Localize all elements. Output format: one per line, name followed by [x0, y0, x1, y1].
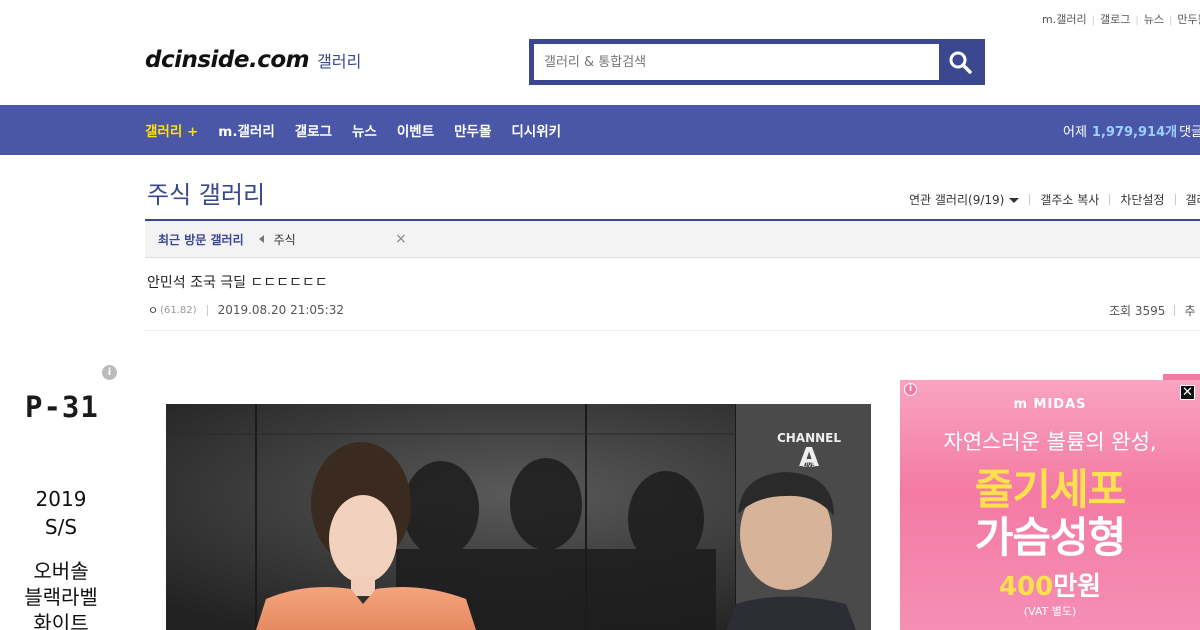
ad-product-line1: 오버솔 [33, 559, 89, 583]
left-ad-banner[interactable]: i P-31 2019 S/S 오버솔 블랙라벨 화이트 [0, 360, 125, 630]
gallery-tools: 연관 갤러리(9/19) 갤주소 복사 차단설정 갤러 [909, 191, 1200, 208]
nav-wiki[interactable]: 디시위키 [511, 120, 561, 140]
right-ad-banner[interactable]: i ✕ m MIDAS 자연스러운 볼륨의 완성, 줄기세포 가슴성형 400만… [900, 380, 1200, 630]
count-suffix: 댓글 [1179, 124, 1200, 140]
search-button[interactable] [939, 44, 980, 80]
ad-info-icon[interactable]: i [102, 365, 117, 380]
util-link-gallog[interactable]: 갤로그 [1100, 13, 1130, 26]
gallery-more-button[interactable]: 갤러 [1186, 191, 1200, 208]
related-gallery-button[interactable]: 연관 갤러리(9/19) [909, 191, 1020, 208]
ad-brand: P-31 [25, 390, 99, 424]
search-bar [529, 39, 985, 85]
search-icon [949, 51, 972, 74]
post-ip: (61.82) [160, 304, 197, 316]
live-badge: LIVE [802, 462, 815, 469]
recent-label: 최근 방문 갤러리 [158, 232, 244, 247]
util-link-mall[interactable]: 만두몰 [1177, 13, 1200, 26]
prev-arrow-icon[interactable] [258, 235, 264, 243]
nav-mall[interactable]: 만두몰 [454, 120, 491, 140]
comment-count: 어제 1,979,914개 댓글 [1063, 105, 1200, 155]
ad-season-year: 2019 [35, 487, 87, 511]
ad-vat-note: (VAT 별도) [1023, 605, 1077, 618]
nav-gallery-plus[interactable]: 갤러리 + [145, 120, 198, 140]
ad-brand-name: MIDAS [1033, 397, 1087, 412]
main-nav-bar: 갤러리 + m.갤러리 갤로그 뉴스 이벤트 만두몰 디시위키 어제 1,979… [0, 105, 1200, 155]
ad-price: 400만원 [900, 566, 1200, 603]
divider [145, 330, 1200, 331]
ad-info-icon[interactable]: i [904, 383, 917, 396]
ad-season-name: S/S [44, 515, 78, 539]
post-title: 안민석 조국 극딜 ㄷㄷㄷㄷㄷㄷ [147, 275, 328, 291]
recent-item-stock[interactable]: 주식 [274, 231, 296, 248]
post-date: 2019.08.20 21:05:32 [217, 303, 344, 317]
nav-gallog[interactable]: 갤로그 [295, 120, 332, 140]
util-link-mgallery[interactable]: m.갤러리 [1042, 13, 1087, 26]
block-settings-button[interactable]: 차단설정 [1120, 191, 1164, 208]
post-recommend: 추 [1184, 304, 1196, 318]
nav-news[interactable]: 뉴스 [352, 120, 377, 140]
post-stats: 조회 3595 추 [1109, 302, 1195, 319]
post-views: 조회 3595 [1109, 304, 1166, 318]
post-meta: ㅇ (61.82) 2019.08.20 21:05:32 [148, 302, 344, 318]
count-value: 1,979,914개 [1091, 124, 1178, 140]
ad-headline: 자연스러운 볼륨의 완성, [943, 430, 1157, 454]
ad-price-unit: 만원 [1053, 572, 1102, 602]
nav-mgallery[interactable]: m.갤러리 [218, 120, 274, 140]
post-video-image[interactable]: CHANNEL A LIVE [166, 404, 871, 630]
ad-product: 오버솔 블랙라벨 화이트 [0, 558, 122, 630]
search-input[interactable] [534, 44, 939, 80]
logo-sub[interactable]: 갤러리 [317, 48, 361, 72]
main-nav: 갤러리 + m.갤러리 갤로그 뉴스 이벤트 만두몰 디시위키 [145, 105, 581, 155]
recent-close-icon[interactable]: × [395, 231, 407, 247]
logo-main[interactable]: dcinside.com [145, 47, 310, 73]
ad-season: 2019 S/S [0, 485, 122, 541]
nav-event[interactable]: 이벤트 [397, 120, 434, 140]
count-prefix: 어제 [1063, 124, 1087, 140]
util-link-news[interactable]: 뉴스 [1144, 13, 1164, 26]
m-logo-icon: m [1013, 397, 1028, 412]
site-logo[interactable]: dcinside.com 갤러리 [145, 47, 361, 73]
caret-down-icon [1009, 198, 1020, 203]
top-util-links: m.갤러리|갤로그|뉴스|만두몰 [1042, 11, 1200, 27]
recent-galleries: 최근 방문 갤러리 주식 × [145, 219, 1200, 258]
copy-url-button[interactable]: 갤주소 복사 [1040, 191, 1099, 208]
gallery-title[interactable]: 주식 갤러리 [147, 175, 265, 210]
post-writer[interactable]: ㅇ [148, 302, 158, 318]
ad-title-line2: 가슴성형 [974, 513, 1127, 562]
ad-brand-midas: m MIDAS [900, 397, 1200, 412]
ad-product-line2: 블랙라벨 [24, 585, 98, 609]
ad-product-line3: 화이트 [33, 611, 89, 630]
ad-price-number: 400 [998, 572, 1054, 602]
